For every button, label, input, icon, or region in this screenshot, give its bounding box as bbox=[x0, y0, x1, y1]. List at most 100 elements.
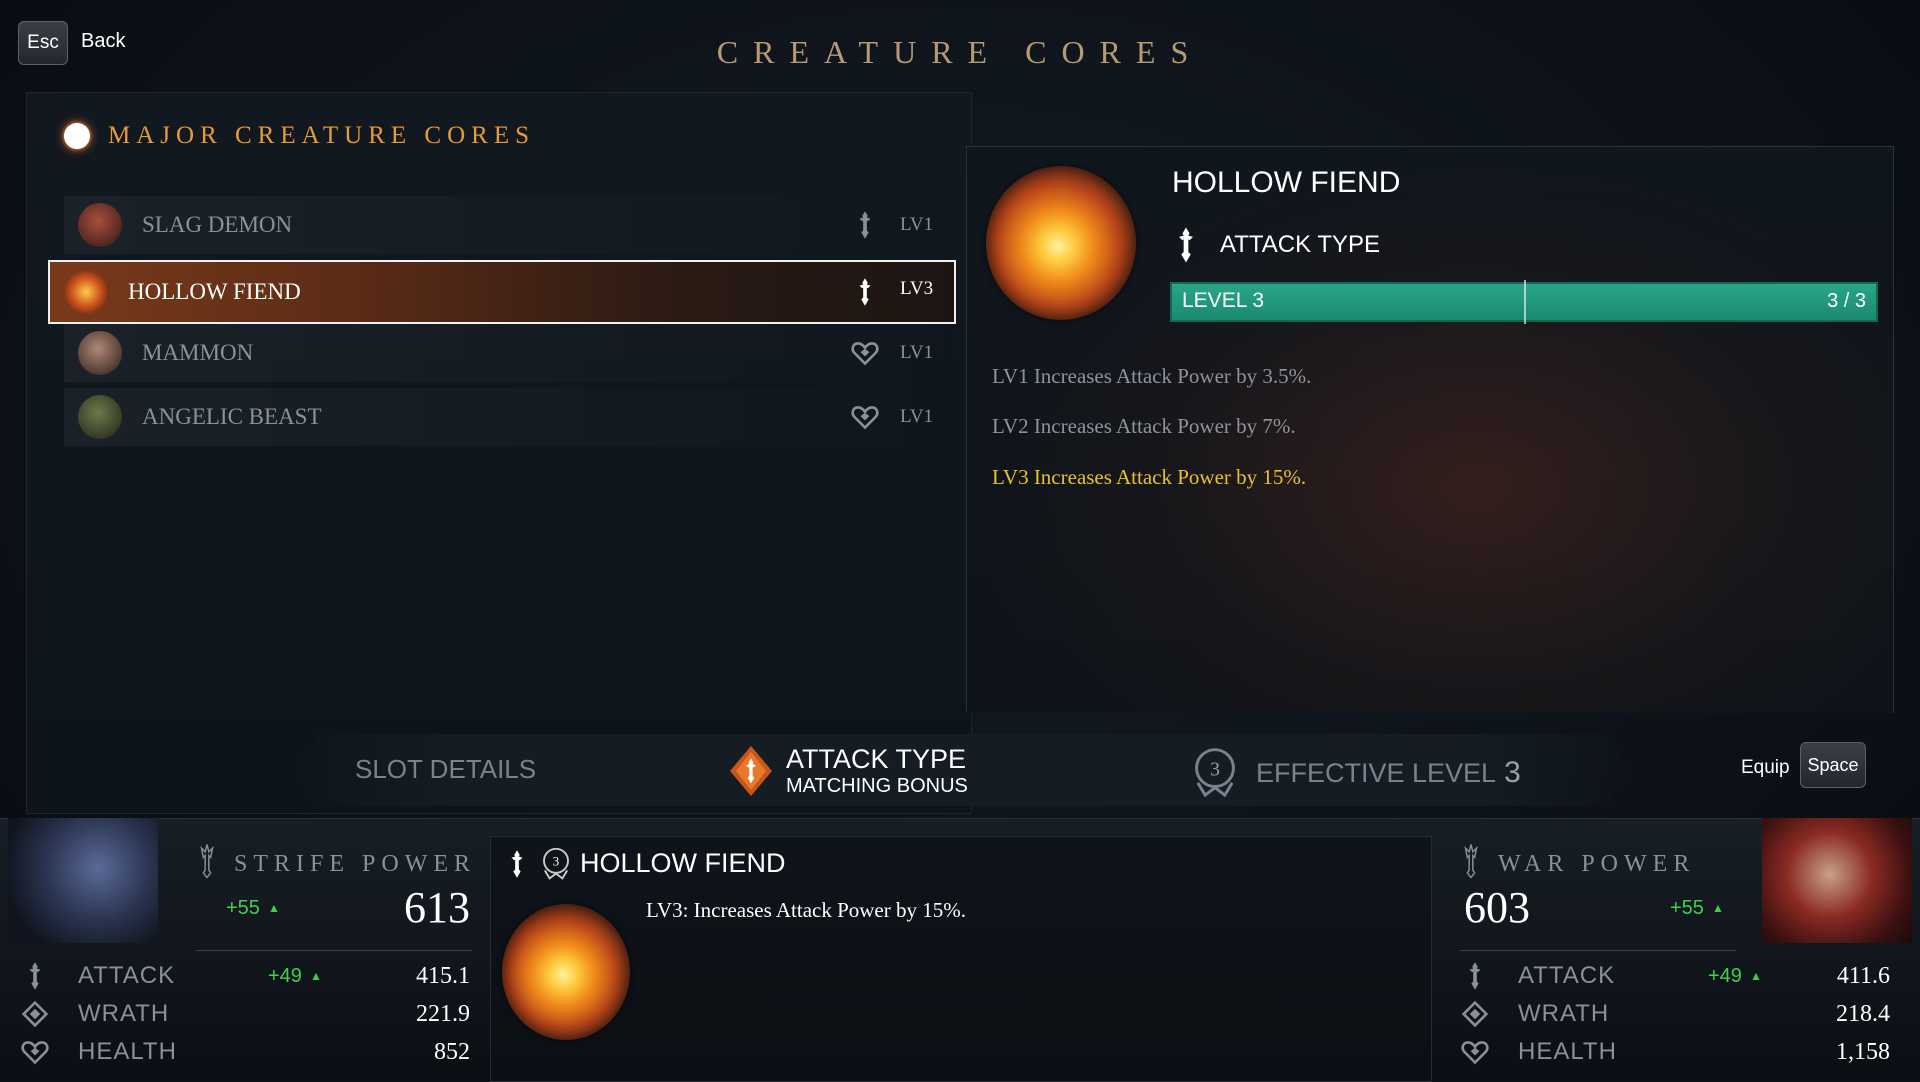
level-progress-bar: LEVEL 3 3 / 3 bbox=[1170, 280, 1878, 324]
page-title: CREATURE CORES bbox=[716, 34, 1204, 70]
core-level: LV1 bbox=[900, 406, 934, 427]
hollow-fiend-core-orb bbox=[986, 166, 1136, 320]
stat-delta-value: +49 bbox=[1708, 964, 1742, 987]
level-bar-divider bbox=[1524, 280, 1526, 324]
core-gem-icon bbox=[64, 123, 90, 149]
core-type-label: ATTACK TYPE bbox=[1220, 231, 1381, 258]
strife-power-delta: +55 ▲ bbox=[226, 897, 280, 920]
attack-stat-icon bbox=[20, 961, 50, 991]
war-portrait bbox=[1762, 818, 1912, 943]
strife-power-label: STRIFE POWER bbox=[234, 851, 477, 877]
hollow-fiend-thumbnail bbox=[64, 270, 108, 314]
up-arrow-icon: ▲ bbox=[267, 901, 280, 915]
core-name: SLAG DEMON bbox=[142, 212, 293, 237]
core-list-item-slag-demon[interactable]: SLAG DEMON LV1 bbox=[64, 196, 954, 254]
up-arrow-icon: ▲ bbox=[1749, 968, 1762, 983]
up-arrow-icon: ▲ bbox=[1711, 901, 1724, 915]
power-icon bbox=[1460, 842, 1482, 887]
war-power-value: 603 bbox=[1464, 883, 1530, 932]
tab-slot-details[interactable]: SLOT DETAILS bbox=[355, 754, 536, 785]
up-arrow-icon: ▲ bbox=[309, 968, 322, 983]
level-badge-number: 3 bbox=[553, 855, 559, 869]
attack-type-icon bbox=[1172, 226, 1200, 264]
tab-attack-type[interactable]: ATTACK TYPE bbox=[786, 744, 966, 775]
core-name: MAMMON bbox=[142, 340, 254, 365]
effect-line-lv2: LV2 Increases Attack Power by 7%. bbox=[992, 414, 1296, 438]
effective-level-badge-icon: 3 bbox=[1190, 746, 1240, 800]
detail-core-type: ATTACK TYPE bbox=[1172, 226, 1380, 264]
health-type-icon bbox=[850, 338, 880, 368]
core-level: LV1 bbox=[900, 214, 934, 235]
core-list-item-mammon[interactable]: MAMMON LV1 bbox=[64, 324, 954, 382]
war-power-title: WAR POWER bbox=[1460, 842, 1695, 887]
tab-effective-level[interactable]: EFFECTIVE LEVEL 3 bbox=[1256, 756, 1521, 790]
equipped-core-orb bbox=[502, 904, 630, 1040]
stat-label: WRATH bbox=[78, 1000, 170, 1027]
effective-level-label: EFFECTIVE LEVEL bbox=[1256, 758, 1497, 788]
detail-core-name: HOLLOW FIEND bbox=[1172, 166, 1401, 199]
core-level: LV3 bbox=[900, 278, 934, 299]
stat-value: 852 bbox=[434, 1038, 470, 1065]
stat-value: 1,158 bbox=[1836, 1038, 1890, 1065]
health-type-icon bbox=[850, 402, 880, 432]
attack-type-bonus-icon bbox=[728, 744, 774, 798]
attack-stat-icon bbox=[1460, 961, 1490, 991]
strife-stat-wrath: WRATH 221.9 bbox=[20, 999, 470, 1029]
stat-label: ATTACK bbox=[78, 962, 176, 989]
core-list-item-hollow-fiend[interactable]: HOLLOW FIEND LV3 bbox=[48, 260, 956, 324]
divider bbox=[1460, 950, 1736, 951]
stat-delta: +49 ▲ bbox=[268, 965, 322, 988]
core-name: HOLLOW FIEND bbox=[128, 279, 301, 304]
stat-delta: +49 ▲ bbox=[1708, 965, 1762, 988]
health-stat-icon bbox=[1460, 1037, 1490, 1067]
section-header: MAJOR CREATURE CORES bbox=[64, 122, 535, 150]
level-fraction: 3 / 3 bbox=[1827, 290, 1866, 312]
war-power-label: WAR POWER bbox=[1498, 851, 1696, 877]
core-name: ANGELIC BEAST bbox=[142, 404, 322, 429]
section-title: MAJOR CREATURE CORES bbox=[108, 122, 535, 149]
stat-label: HEALTH bbox=[78, 1038, 177, 1065]
tab-attack-subtitle: MATCHING BONUS bbox=[786, 775, 968, 797]
effect-line-lv3: LV3 Increases Attack Power by 15%. bbox=[992, 465, 1307, 489]
attack-type-icon bbox=[506, 848, 528, 885]
strife-stat-health: HEALTH 852 bbox=[20, 1037, 470, 1067]
core-list-item-angelic-beast[interactable]: ANGELIC BEAST LV1 bbox=[64, 388, 954, 446]
wrath-stat-icon bbox=[20, 999, 50, 1029]
stat-label: HEALTH bbox=[1518, 1038, 1617, 1065]
health-stat-icon bbox=[20, 1037, 50, 1067]
equipped-core-name: HOLLOW FIEND bbox=[580, 848, 786, 878]
equip-label: Equip bbox=[1741, 757, 1790, 778]
equipped-core-description: LV3: Increases Attack Power by 15%. bbox=[646, 898, 966, 922]
power-icon bbox=[196, 842, 218, 887]
stat-delta-value: +49 bbox=[268, 964, 302, 987]
level-badge-icon: 3 bbox=[540, 846, 572, 887]
angelic-beast-thumbnail bbox=[78, 395, 122, 439]
mammon-thumbnail bbox=[78, 331, 122, 375]
attack-type-icon bbox=[850, 210, 880, 240]
strife-power-title: STRIFE POWER bbox=[196, 842, 476, 887]
stat-value: 218.4 bbox=[1836, 1000, 1890, 1027]
equip-button[interactable]: Space bbox=[1800, 742, 1866, 788]
strife-power-delta-value: +55 bbox=[226, 897, 260, 919]
core-level: LV1 bbox=[900, 342, 934, 363]
war-stat-health: HEALTH 1,158 bbox=[1460, 1037, 1890, 1067]
war-power-delta-value: +55 bbox=[1670, 897, 1704, 919]
level-label: LEVEL 3 bbox=[1182, 289, 1265, 312]
wrath-stat-icon bbox=[1460, 999, 1490, 1029]
effective-level-value: 3 bbox=[1504, 756, 1521, 789]
strife-stat-attack: ATTACK +49 ▲ 415.1 bbox=[20, 961, 470, 991]
divider bbox=[196, 950, 472, 951]
stat-label: ATTACK bbox=[1518, 962, 1616, 989]
attack-type-icon bbox=[850, 277, 880, 307]
stat-value: 221.9 bbox=[416, 1000, 470, 1027]
effect-line-lv1: LV1 Increases Attack Power by 3.5%. bbox=[992, 364, 1312, 388]
stat-label: WRATH bbox=[1518, 1000, 1610, 1027]
stat-value: 411.6 bbox=[1836, 962, 1890, 989]
strife-portrait bbox=[8, 818, 158, 943]
effective-badge-number: 3 bbox=[1210, 759, 1220, 780]
strife-power-value: 613 bbox=[404, 883, 470, 932]
war-stat-wrath: WRATH 218.4 bbox=[1460, 999, 1890, 1029]
stat-value: 415.1 bbox=[416, 962, 470, 989]
war-power-delta: +55 ▲ bbox=[1670, 897, 1724, 920]
war-stat-attack: ATTACK +49 ▲ 411.6 bbox=[1460, 961, 1890, 991]
